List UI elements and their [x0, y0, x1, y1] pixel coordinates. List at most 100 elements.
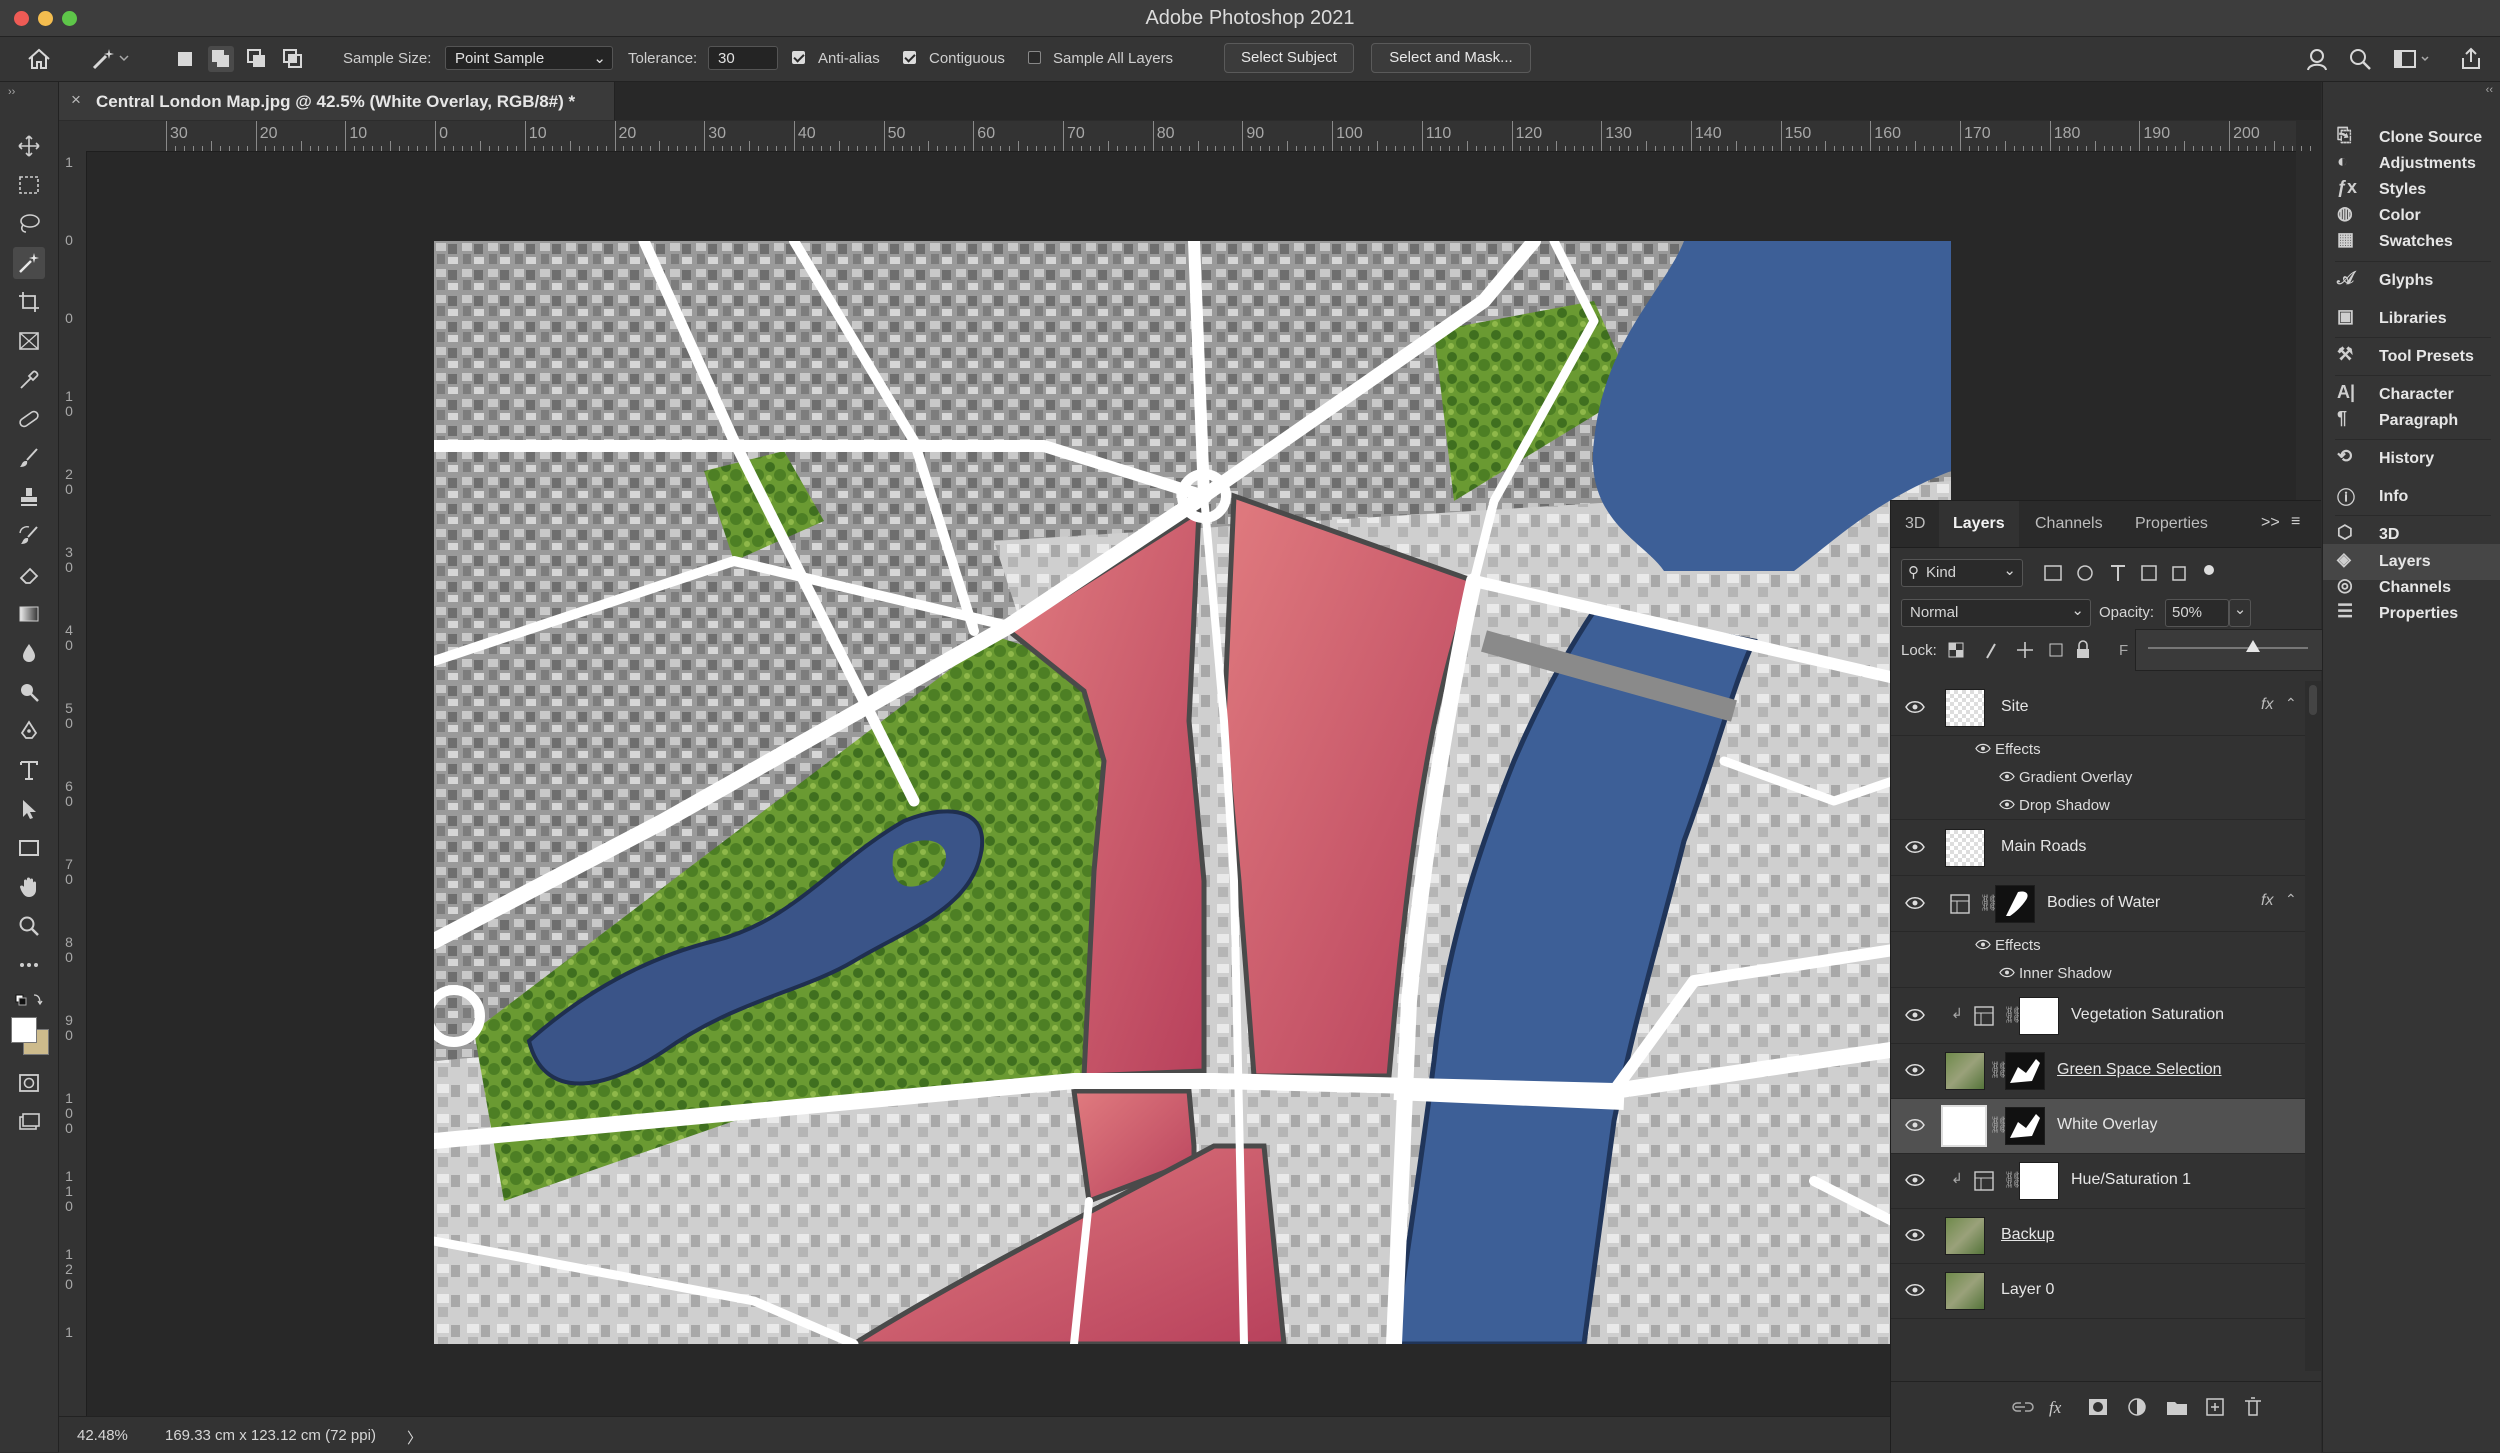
layer-row-green-space-selection[interactable]: ⛓ Green Space Selection: [1891, 1044, 2305, 1099]
zoom-tool-icon[interactable]: [13, 910, 45, 942]
layer-mask-thumbnail[interactable]: [1995, 885, 2035, 923]
anti-alias-checkbox[interactable]: [792, 51, 805, 64]
layer-mask-thumbnail[interactable]: [2005, 1107, 2045, 1145]
brush-tool-icon[interactable]: [13, 442, 45, 474]
history-brush-icon[interactable]: [13, 520, 45, 552]
filter-icons[interactable]: [2041, 559, 2241, 589]
map-image[interactable]: [434, 241, 1951, 1344]
effect-eye-icon[interactable]: [1999, 967, 2015, 978]
zoom-level[interactable]: 42.48%: [77, 1427, 128, 1444]
effect-eye-icon[interactable]: [1975, 743, 1991, 754]
share-icon[interactable]: [2458, 46, 2484, 72]
foreground-color-swatch[interactable]: [11, 1017, 37, 1043]
share-user-icon[interactable]: [2305, 46, 2331, 72]
fx-icon[interactable]: fx: [2261, 696, 2273, 714]
sample-size-select[interactable]: Point Sample ⌄: [445, 46, 613, 70]
effect-eye-icon[interactable]: [1999, 799, 2015, 810]
eye-icon[interactable]: [1905, 896, 1925, 910]
search-icon[interactable]: [2347, 46, 2373, 72]
tolerance-input[interactable]: 30: [708, 46, 778, 70]
add-to-selection-icon[interactable]: [208, 46, 234, 72]
type-tool-icon[interactable]: [13, 754, 45, 786]
fx-icon[interactable]: fx: [2261, 892, 2273, 910]
status-menu-arrow-icon[interactable]: 〉: [407, 1427, 422, 1448]
color-swatches[interactable]: [9, 1015, 49, 1055]
eye-icon[interactable]: [1905, 700, 1925, 714]
select-and-mask-button[interactable]: Select and Mask...: [1371, 43, 1531, 73]
layer-row-bodies-of-water[interactable]: ⛓ Bodies of Water fx ⌃: [1891, 877, 2305, 932]
rectangle-tool-icon[interactable]: [13, 832, 45, 864]
eye-icon[interactable]: [1905, 840, 1925, 854]
eye-icon[interactable]: [1905, 1228, 1925, 1242]
layer-row-hue-saturation-1[interactable]: ↲ ⛓ Hue/Saturation 1: [1891, 1154, 2305, 1209]
expand-tools-icon[interactable]: ››: [8, 86, 15, 98]
opacity-dropdown-icon[interactable]: ⌄: [2229, 599, 2251, 627]
contiguous-checkbox[interactable]: [903, 51, 916, 64]
tab-properties[interactable]: Properties: [2121, 501, 2222, 547]
magic-wand-tool-icon[interactable]: [13, 247, 45, 279]
layer-row-site[interactable]: Site fx ⌃: [1891, 681, 2305, 736]
effect-row[interactable]: Drop Shadow: [1891, 791, 2305, 820]
dock-item-paragraph[interactable]: ¶ Paragraph: [2323, 403, 2500, 439]
collapse-effects-icon[interactable]: ⌃: [2285, 695, 2297, 712]
default-colors-icon[interactable]: [13, 992, 45, 1008]
dock-item-libraries[interactable]: ▣ Libraries: [2323, 301, 2500, 337]
collapse-effects-icon[interactable]: ⌃: [2285, 891, 2297, 908]
intersect-selection-icon[interactable]: [280, 46, 306, 72]
rectangular-marquee-icon[interactable]: [13, 169, 45, 201]
lock-icons[interactable]: [1947, 638, 2097, 664]
move-tool-icon[interactable]: [13, 130, 45, 162]
dock-item-tool-presets[interactable]: ⚒ Tool Presets: [2323, 339, 2500, 375]
horizontal-ruler[interactable]: 30 20 10 0 10 20 30 40 50 60 70 80 90 100 110 120 130 140…: [86, 121, 2311, 152]
dock-item-history[interactable]: ⟲ History: [2323, 441, 2500, 477]
eraser-tool-icon[interactable]: [13, 559, 45, 591]
eyedropper-tool-icon[interactable]: [13, 364, 45, 396]
more-tools-icon[interactable]: [13, 949, 45, 981]
document-tab[interactable]: × Central London Map.jpg @ 42.5% (White …: [59, 82, 615, 120]
hand-tool-icon[interactable]: [13, 871, 45, 903]
eye-icon[interactable]: [1905, 1008, 1925, 1022]
layers-scrollbar[interactable]: [2305, 681, 2321, 1371]
filter-kind-select[interactable]: ⚲ Kind ⌄: [1901, 559, 2023, 587]
opacity-slider-track[interactable]: [2148, 647, 2308, 649]
eye-icon[interactable]: [1905, 1118, 1925, 1132]
quick-mask-icon[interactable]: [13, 1067, 45, 1099]
scrollbar-thumb[interactable]: [2309, 685, 2317, 715]
eye-icon[interactable]: [1905, 1283, 1925, 1297]
layer-actions[interactable]: fx: [2011, 1392, 2311, 1422]
layer-row-vegetation-saturation[interactable]: ↲ ⛓ Vegetation Saturation: [1891, 989, 2305, 1044]
tab-layers[interactable]: Layers: [1939, 501, 2019, 547]
eye-icon[interactable]: [1905, 1173, 1925, 1187]
layer-mask-thumbnail[interactable]: [2019, 1162, 2059, 1200]
opacity-input[interactable]: 50%: [2165, 599, 2229, 627]
lasso-tool-icon[interactable]: [13, 208, 45, 240]
blur-tool-icon[interactable]: [13, 637, 45, 669]
eye-icon[interactable]: [1905, 1063, 1925, 1077]
clone-stamp-icon[interactable]: [13, 481, 45, 513]
dock-item-info[interactable]: ⓘ Info: [2323, 479, 2500, 515]
dock-item-properties[interactable]: ☰ Properties: [2323, 596, 2500, 632]
tab-3d[interactable]: 3D: [1891, 501, 1939, 547]
collapse-dock-icon[interactable]: ‹‹: [2486, 84, 2493, 96]
vertical-ruler[interactable]: 1 0 0 1 0 2 0 3 0 4 0 5 0 6 0 7 0 8 0 9 0 1 0 0 1 1 0…: [59, 151, 87, 1416]
dodge-tool-icon[interactable]: [13, 676, 45, 708]
effect-row[interactable]: Gradient Overlay: [1891, 763, 2305, 791]
layer-mask-thumbnail[interactable]: [2005, 1052, 2045, 1090]
new-selection-icon[interactable]: [172, 46, 198, 72]
layer-row-white-overlay[interactable]: ⛓ White Overlay: [1891, 1099, 2305, 1154]
blend-mode-select[interactable]: Normal ⌄: [1901, 599, 2091, 627]
layer-row-layer-0[interactable]: Layer 0: [1891, 1264, 2305, 1319]
panel-expand-icon[interactable]: >>: [2261, 514, 2280, 532]
layer-mask-thumbnail[interactable]: [2019, 997, 2059, 1035]
close-tab-icon[interactable]: ×: [71, 90, 81, 110]
effect-eye-icon[interactable]: [1999, 771, 2015, 782]
workspace-icon[interactable]: [2392, 46, 2429, 72]
layer-row-main-roads[interactable]: Main Roads: [1891, 821, 2305, 876]
effect-row[interactable]: Inner Shadow: [1891, 959, 2305, 988]
home-icon[interactable]: [26, 46, 52, 72]
tab-channels[interactable]: Channels: [2021, 501, 2117, 547]
crop-tool-icon[interactable]: [13, 286, 45, 318]
path-selection-icon[interactable]: [13, 793, 45, 825]
effect-eye-icon[interactable]: [1975, 939, 1991, 950]
layer-row-backup[interactable]: Backup: [1891, 1209, 2305, 1264]
